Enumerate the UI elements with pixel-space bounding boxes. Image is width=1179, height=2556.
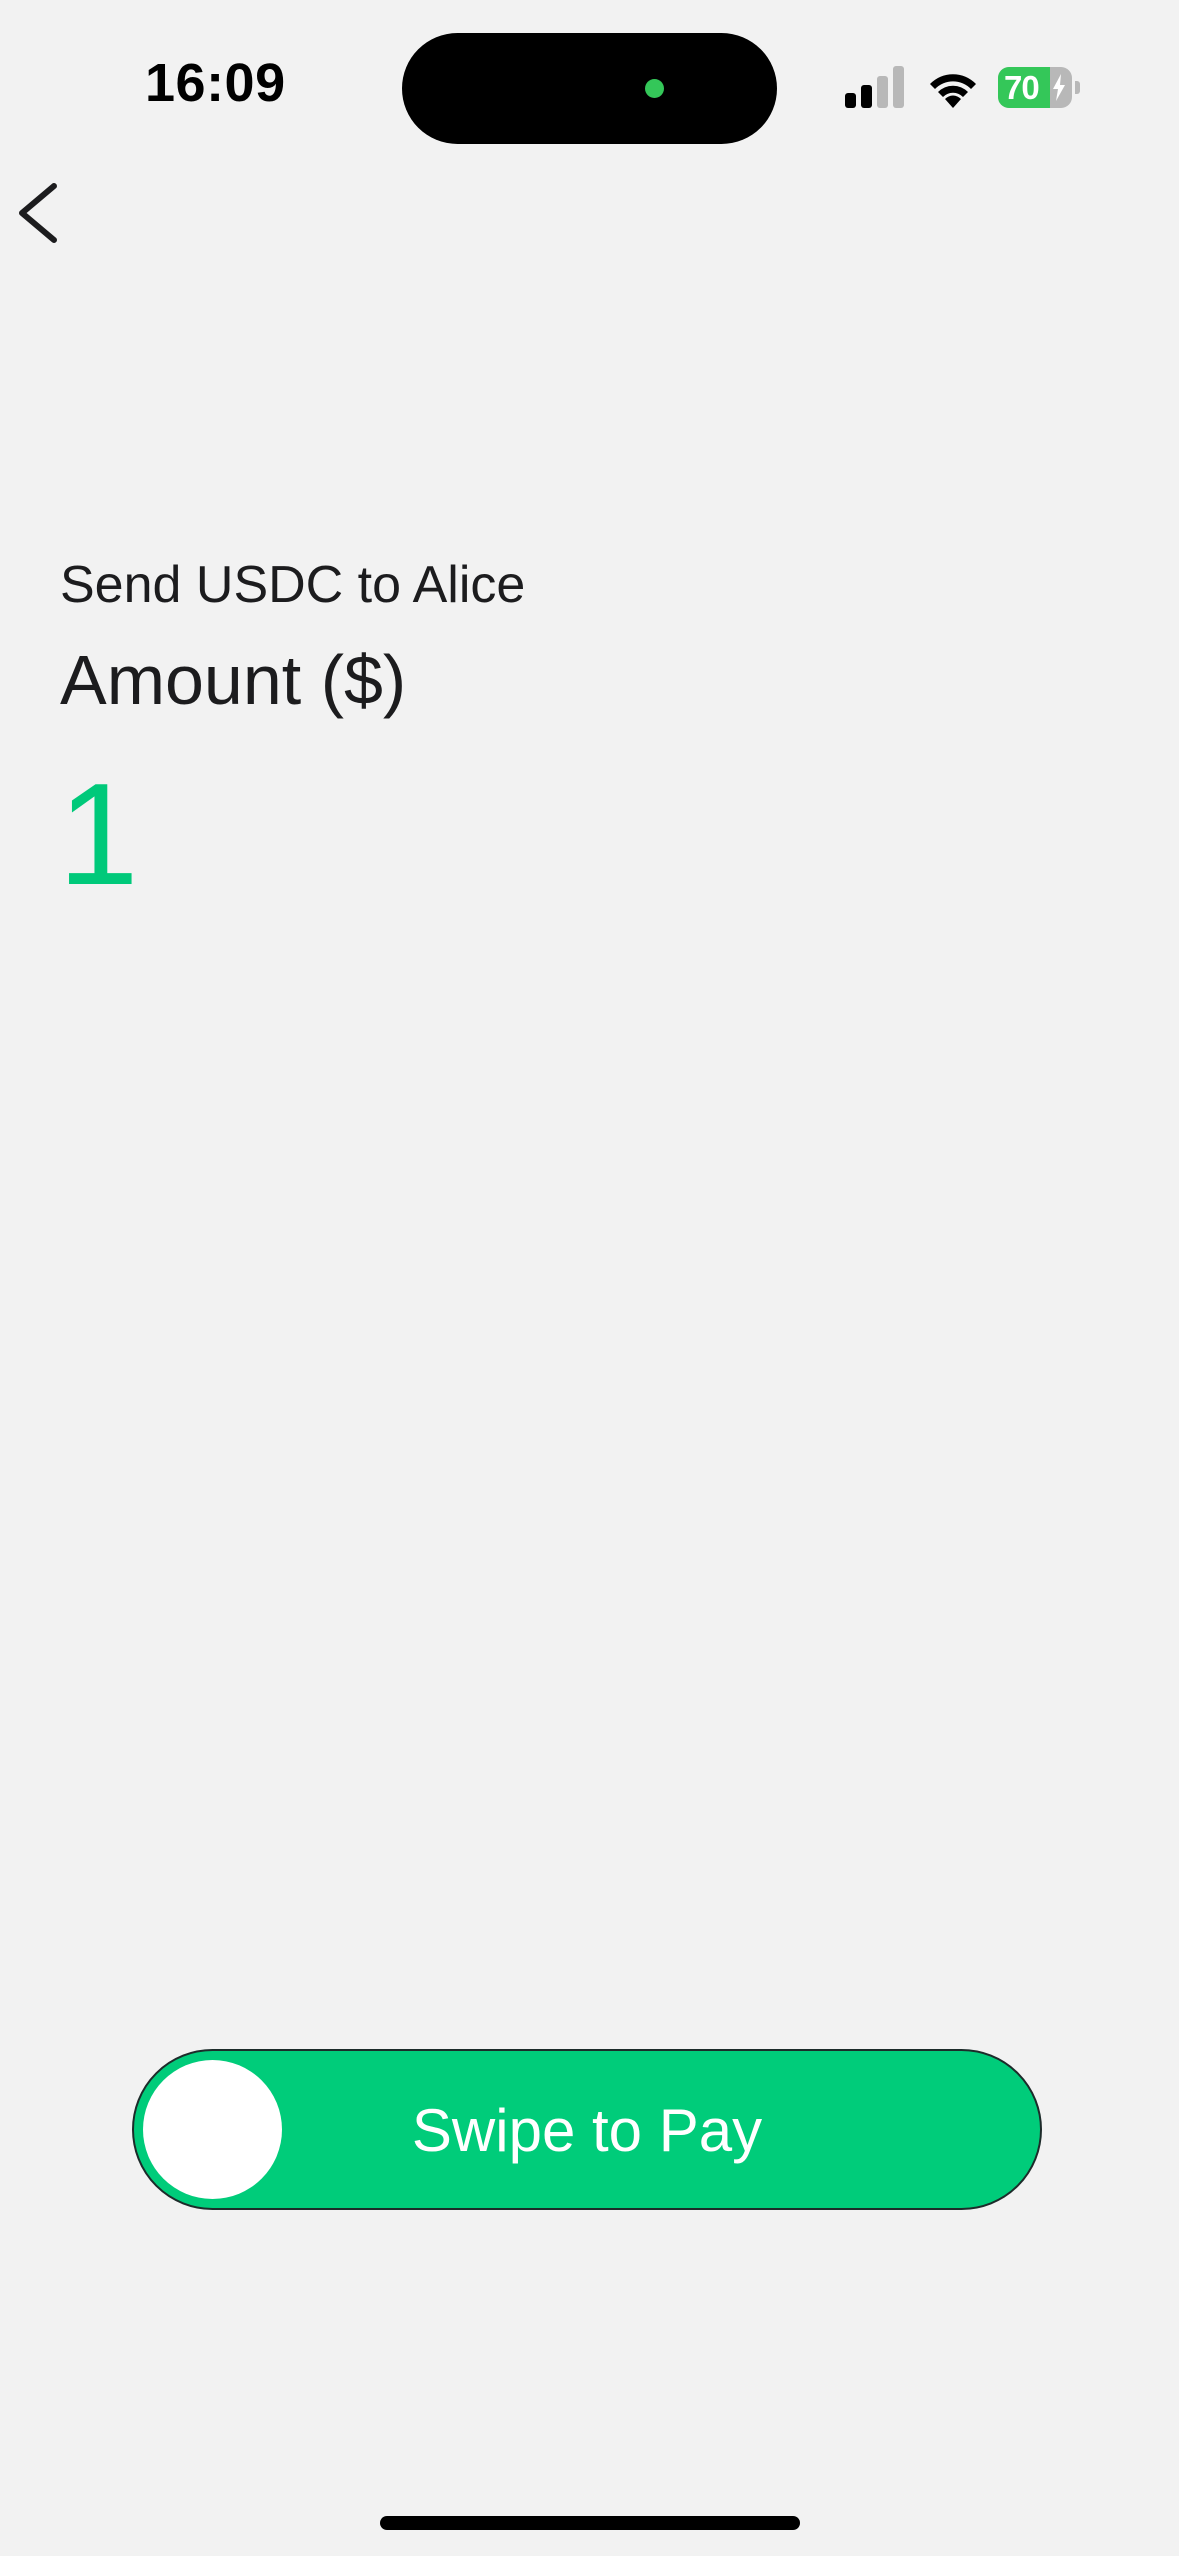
status-time: 16:09: [145, 53, 286, 113]
send-recipient-title: Send USDC to Alice: [60, 556, 526, 614]
camera-indicator-dot: [645, 79, 664, 98]
battery-body: 70: [998, 67, 1072, 108]
swipe-to-pay-slider[interactable]: Swipe to Pay: [132, 2049, 1042, 2210]
payment-screen: 16:09 70 Send USDC to Alice Amount ($) 1…: [0, 0, 1179, 2556]
signal-bar: [893, 66, 904, 108]
back-button[interactable]: [10, 178, 70, 248]
signal-bar: [845, 93, 856, 108]
swipe-handle[interactable]: [143, 2060, 282, 2199]
chevron-left-icon: [19, 183, 57, 243]
amount-input[interactable]: 1: [58, 762, 139, 907]
cellular-signal-icon: [845, 66, 907, 108]
battery-icon: 70: [998, 67, 1080, 108]
wifi-icon: [930, 74, 976, 108]
battery-percent: 70: [1004, 69, 1040, 106]
dynamic-island: [402, 33, 777, 144]
amount-label: Amount ($): [60, 641, 407, 719]
signal-bar: [861, 85, 872, 108]
signal-bar: [877, 76, 888, 108]
charging-bolt-icon: [1053, 74, 1065, 101]
battery-cap: [1075, 81, 1080, 94]
home-indicator[interactable]: [380, 2516, 800, 2530]
